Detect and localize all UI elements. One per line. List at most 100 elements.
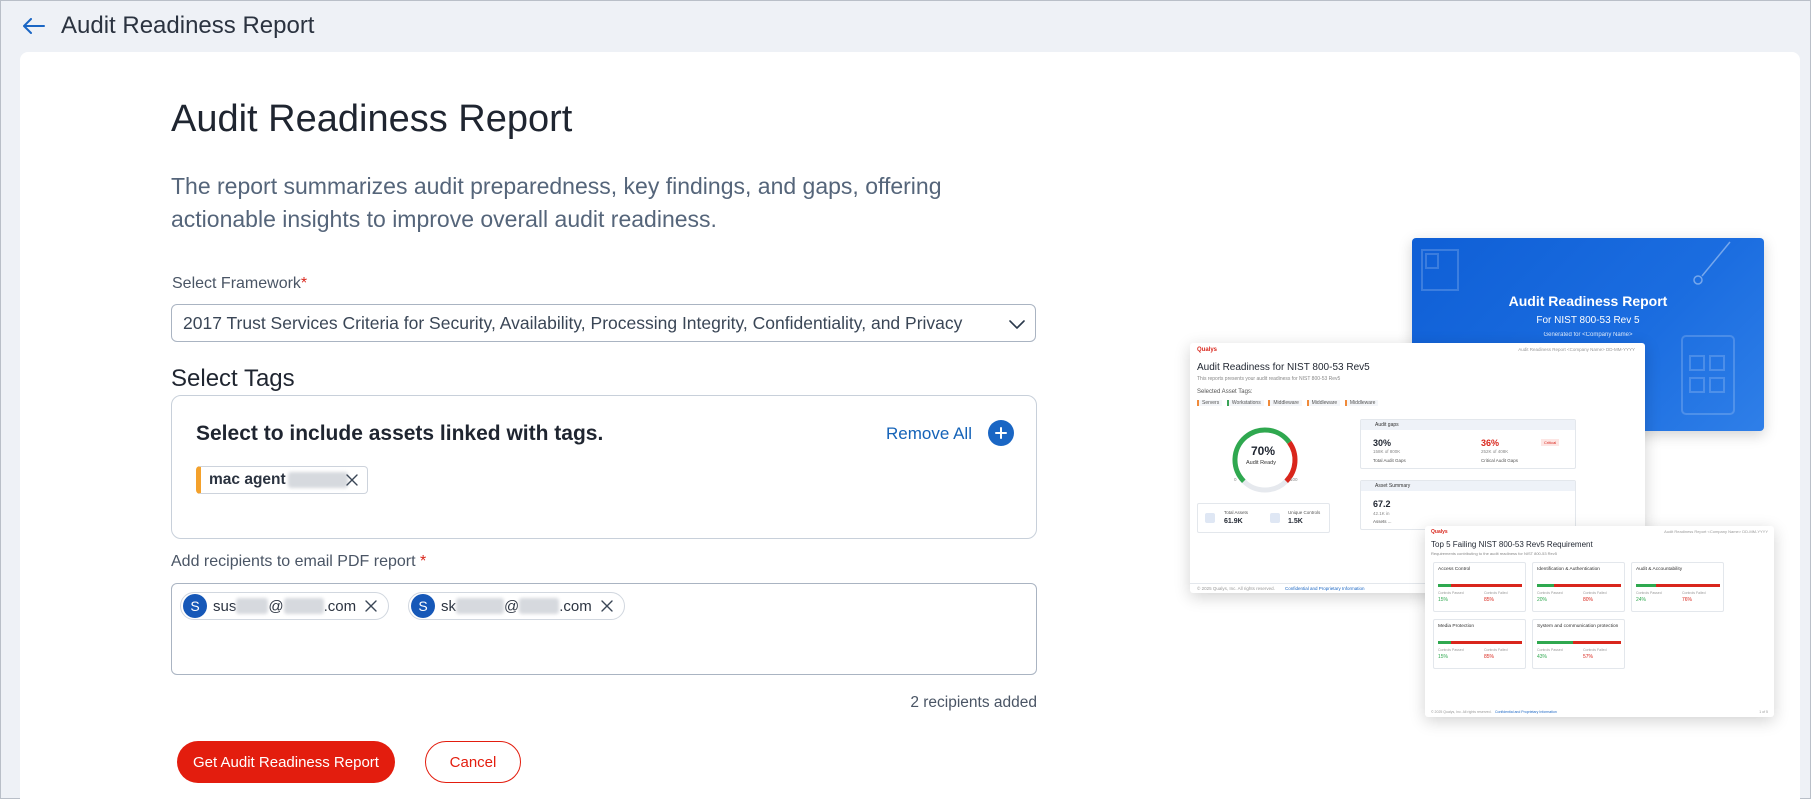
fail-value: 85%	[1484, 597, 1495, 603]
pass-label: Controls Passed	[1438, 591, 1464, 595]
gap2-value: 36%	[1481, 438, 1500, 448]
recipients-count: 2 recipients added	[910, 694, 1037, 711]
plus-icon	[995, 427, 1007, 439]
redacted-text	[519, 598, 560, 614]
pass-bar	[1438, 584, 1451, 587]
tag-chip: mac agent	[196, 466, 368, 494]
critical-badge: Critical	[1541, 439, 1560, 446]
preview-page-title: Audit Readiness for NIST 800-53 Rev5	[1197, 362, 1370, 373]
redacted-text	[283, 598, 324, 614]
pass-label: Controls Passed	[1438, 648, 1464, 652]
footer-copyright: © 2025 Qualys, Inc. All rights reserved.	[1431, 710, 1492, 714]
preview-tag: Middleware	[1268, 400, 1302, 406]
redacted-text	[236, 598, 269, 614]
footer-confidential: Confidential and Proprietary Information	[1285, 586, 1365, 591]
preview-tag: Middleware	[1344, 400, 1379, 406]
gap1-label: Total Audit Gaps	[1373, 458, 1406, 463]
pass-label: Controls Passed	[1537, 648, 1563, 652]
remove-all-link[interactable]: Remove All	[886, 424, 972, 444]
gap2-label: Critical Audit Gaps	[1481, 458, 1519, 463]
remove-recipient-icon[interactable]	[364, 599, 378, 613]
page-header-right: Audit Readiness Report <Company Name> DD…	[1518, 347, 1635, 352]
required-mark: *	[420, 553, 427, 570]
pass-value: 24%	[1636, 597, 1647, 603]
tags-hint: Select to include assets linked with tag…	[196, 422, 604, 445]
framework-label-text: Select Framework	[172, 275, 301, 292]
recipient-email-at: @	[504, 597, 520, 615]
fail-bar	[1450, 641, 1522, 644]
tags-section-title: Select Tags	[171, 365, 295, 392]
gauge-min: 0	[1234, 477, 1237, 482]
recipients-label: Add recipients to email PDF report *	[171, 553, 426, 571]
pass-label: Controls Passed	[1636, 591, 1662, 595]
pass-value: 15%	[1438, 597, 1449, 603]
requirement-name: Identification & Authentication	[1537, 567, 1600, 572]
tag-chip-label: mac agent	[209, 471, 286, 488]
fail-bar	[1450, 584, 1522, 587]
gauge-max: 100	[1290, 477, 1298, 482]
totals-box: Total Assets 61.9K Unique Controls 1.5K	[1197, 503, 1330, 533]
selected-tags-label: Selected Asset Tags:	[1197, 389, 1253, 395]
assets-icon	[1205, 513, 1215, 523]
requirement-name: Audit & Accountability	[1636, 567, 1683, 572]
chevron-down-icon[interactable]	[1007, 314, 1027, 334]
remove-tag-icon[interactable]	[345, 473, 359, 487]
requirement-card: Access Control Controls Passed 15% Contr…	[1433, 562, 1526, 612]
asset-summary-value: 67.2	[1373, 499, 1391, 509]
recipients-input[interactable]: S sus @ .com S sk @ .com	[171, 583, 1037, 675]
cover-title: Audit Readiness Report	[1508, 293, 1668, 309]
gap2-sub: 252K of 408K	[1481, 449, 1509, 454]
cover-generated-for: Generated for <Company Name>	[1543, 332, 1633, 338]
audit-gaps-label: Audit gaps	[1375, 422, 1399, 428]
requirement-card: System and communication protection Cont…	[1532, 619, 1625, 669]
recipient-email-suffix: .com	[559, 597, 592, 615]
page-title: Audit Readiness Report	[171, 98, 573, 140]
back-arrow-icon[interactable]	[23, 16, 47, 36]
gauge-fail-arc	[1284, 440, 1298, 483]
recipient-chip: S sk @ .com	[408, 592, 625, 620]
framework-selected-value: 2017 Trust Services Criteria for Securit…	[183, 312, 963, 333]
footer-copyright: © 2025 Qualys, Inc. All rights reserved.	[1197, 586, 1275, 591]
qualys-logo: Qualys	[1431, 529, 1448, 535]
total-assets-value: 61.9K	[1224, 518, 1243, 525]
recipient-email-suffix: .com	[323, 597, 357, 615]
controls-icon	[1270, 513, 1280, 523]
requirement-card: Identification & Authentication Controls…	[1532, 562, 1625, 612]
recipients-label-text: Add recipients to email PDF report	[171, 553, 416, 570]
remove-recipient-icon[interactable]	[600, 599, 614, 613]
preview-tag-list: Servers Workstations Middleware Middlewa…	[1197, 400, 1381, 406]
pass-bar	[1537, 584, 1554, 587]
avatar: S	[411, 594, 435, 618]
recipient-email-prefix: sus	[213, 597, 237, 615]
redacted-text	[456, 598, 504, 614]
top-bar: Audit Readiness Report	[1, 1, 1810, 51]
page-number: 1 of 5	[1759, 710, 1768, 714]
audit-gaps-box: Audit gaps 30% 158K of 800K Total Audit …	[1360, 419, 1576, 469]
fail-label: Controls Failed	[1484, 591, 1508, 595]
pass-bar	[1636, 584, 1657, 587]
unique-controls-label: Unique Controls	[1288, 510, 1321, 515]
asset-summary-sub: 42.1K in	[1373, 511, 1390, 516]
preview-page-intro: This reports presents your audit readine…	[1197, 376, 1341, 382]
framework-select[interactable]: 2017 Trust Services Criteria for Securit…	[171, 304, 1036, 342]
cancel-button[interactable]: Cancel	[425, 741, 521, 783]
asset-summary-box: Asset Summary 67.2 42.1K in Assets ...	[1360, 480, 1576, 530]
gap1-value: 30%	[1373, 438, 1392, 448]
fail-bar	[1573, 641, 1621, 644]
fail-value: 85%	[1484, 654, 1495, 660]
fail-bar	[1656, 584, 1720, 587]
unique-controls-value: 1.5K	[1288, 518, 1303, 525]
add-tag-button[interactable]	[988, 420, 1014, 446]
pass-value: 20%	[1537, 597, 1548, 603]
pass-value: 15%	[1438, 654, 1449, 660]
page-footer: © 2025 Qualys, Inc. All rights reserved.…	[1425, 709, 1774, 717]
footer-confidential: Confidential and Proprietary Information	[1495, 710, 1557, 714]
fail-value: 57%	[1583, 654, 1594, 660]
get-report-button[interactable]: Get Audit Readiness Report	[177, 741, 395, 783]
fail-label: Controls Failed	[1583, 591, 1607, 595]
tags-panel: Select to include assets linked with tag…	[171, 395, 1037, 539]
fail-value: 76%	[1682, 597, 1693, 603]
required-mark: *	[300, 275, 308, 292]
gauge-label: Audit Ready	[1246, 460, 1276, 466]
asset-summary-label: Asset Summary	[1375, 483, 1411, 489]
